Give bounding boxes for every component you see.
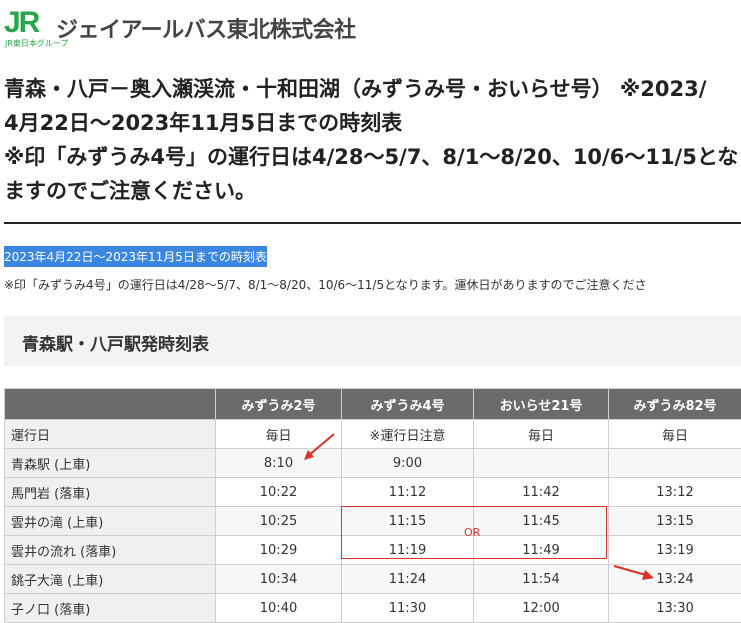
page-title-line-4: ますのでご注意ください。 xyxy=(4,174,741,208)
title-divider xyxy=(4,222,741,224)
operation-note: ※印「みずうみ4号」の運行日は4/28～5/7、8/1～8/20、10/6～11… xyxy=(4,276,647,293)
table-cell: 10:29 xyxy=(216,536,342,565)
header-corner xyxy=(5,389,216,420)
annotation-or-label: OR xyxy=(464,526,480,539)
table-cell xyxy=(609,449,741,478)
page-title: 青森・八戸－奥入瀬渓流・十和田湖（みずうみ号・おいらせ号） ※2023/ 4月2… xyxy=(4,72,741,208)
table-cell: 11:30 xyxy=(342,594,474,623)
header-mizuumi-2: みずうみ2号 xyxy=(216,389,342,420)
page-title-line-2: 4月22日～2023年11月5日までの時刻表 xyxy=(4,106,741,140)
row-label: 銚子大滝 (上車) xyxy=(5,565,216,594)
table-row: 馬門岩 (落車) 10:22 11:12 11:42 13:12 xyxy=(5,478,741,507)
table-row: 運行日 毎日 ※運行日注意 毎日 毎日 xyxy=(5,420,741,449)
table-cell: 13:12 xyxy=(609,478,741,507)
table-cell: 9:00 xyxy=(342,449,474,478)
table-cell: 10:22 xyxy=(216,478,342,507)
table-cell: 11:42 xyxy=(474,478,609,507)
table-cell: 11:12 xyxy=(342,478,474,507)
row-label: 馬門岩 (落車) xyxy=(5,478,216,507)
timetable-header-row: みずうみ2号 みずうみ4号 おいらせ21号 みずうみ82号 xyxy=(5,389,741,420)
table-cell: 13:15 xyxy=(609,507,741,536)
annotation-arrow-icon xyxy=(612,562,658,582)
row-label: 子ノ口 (落車) xyxy=(5,594,216,623)
selected-text-period[interactable]: 2023年4月22日～2023年11月5日までの時刻表 xyxy=(4,246,267,267)
header-mizuumi-82: みずうみ82号 xyxy=(609,389,741,420)
table-cell: 11:54 xyxy=(474,565,609,594)
annotation-arrow-icon xyxy=(300,432,340,462)
table-row: 青森駅 (上車) 8:10 9:00 xyxy=(5,449,741,478)
row-label: 雲井の滝 (上車) xyxy=(5,507,216,536)
table-cell: 毎日 xyxy=(474,420,609,449)
table-cell: 11:24 xyxy=(342,565,474,594)
header-mizuumi-4: みずうみ4号 xyxy=(342,389,474,420)
company-name: ジェイアールバス東北株式会社 xyxy=(56,12,356,44)
row-label: 雲井の流れ (落車) xyxy=(5,536,216,565)
header-oirase-21: おいらせ21号 xyxy=(474,389,609,420)
row-label: 運行日 xyxy=(5,420,216,449)
table-cell xyxy=(474,449,609,478)
table-row: 子ノ口 (落車) 10:40 11:30 12:00 13:30 xyxy=(5,594,741,623)
row-label: 青森駅 (上車) xyxy=(5,449,216,478)
table-cell: 10:40 xyxy=(216,594,342,623)
page-title-line-1: 青森・八戸－奥入瀬渓流・十和田湖（みずうみ号・おいらせ号） ※2023/ xyxy=(4,72,741,106)
table-cell: 10:25 xyxy=(216,507,342,536)
table-cell: 毎日 xyxy=(609,420,741,449)
section-title: 青森駅・八戸駅発時刻表 xyxy=(22,330,209,355)
page-title-line-3: ※印「みずうみ4号」の運行日は4/28～5/7、8/1～8/20、10/6～11… xyxy=(4,140,741,174)
table-cell: 13:30 xyxy=(609,594,741,623)
table-cell: 12:00 xyxy=(474,594,609,623)
table-cell: 10:34 xyxy=(216,565,342,594)
table-cell: 13:19 xyxy=(609,536,741,565)
jr-logo-mark: JR xyxy=(4,8,50,38)
section-header: 青森駅・八戸駅発時刻表 xyxy=(4,316,741,366)
table-cell: ※運行日注意 xyxy=(342,420,474,449)
